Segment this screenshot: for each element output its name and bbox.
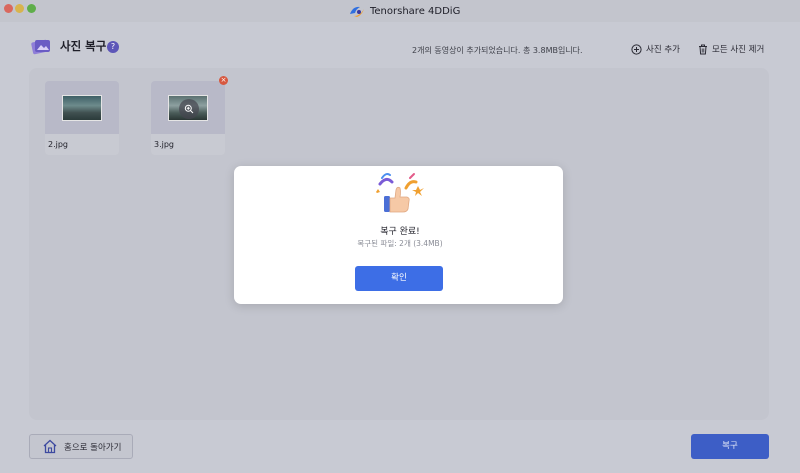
photo-filename: 3.jpg bbox=[154, 140, 175, 149]
title-bar: Tenorshare 4DDiG bbox=[0, 0, 800, 22]
thumbnail[interactable] bbox=[151, 81, 225, 134]
dialog-subtitle: 복구된 파일: 2개 (3.4MB) bbox=[357, 239, 443, 248]
home-label: 홈으로 돌아가기 bbox=[64, 442, 122, 453]
zoom-window-button[interactable] bbox=[27, 4, 36, 13]
thumbnail[interactable] bbox=[45, 81, 119, 134]
add-photo-button[interactable]: 사진 추가 bbox=[631, 43, 680, 55]
home-button[interactable]: 홈으로 돌아가기 bbox=[29, 434, 133, 459]
photo-filename: 2.jpg bbox=[48, 140, 69, 149]
thumbs-up-icon bbox=[376, 173, 424, 213]
home-icon bbox=[43, 439, 57, 454]
photo-recovery-icon bbox=[31, 39, 50, 55]
dialog-title: 복구 완료! bbox=[380, 227, 420, 237]
remove-all-button[interactable]: 모든 사진 제거 bbox=[698, 43, 764, 55]
photo-preview bbox=[168, 94, 208, 121]
close-window-button[interactable] bbox=[4, 4, 13, 13]
page-title: 사진 복구 bbox=[60, 39, 107, 53]
4ddig-logo-icon bbox=[350, 6, 364, 17]
app-title: Tenorshare 4DDiG bbox=[348, 3, 460, 19]
remove-all-label: 모든 사진 제거 bbox=[712, 45, 765, 55]
confirm-button[interactable]: 확인 bbox=[355, 266, 443, 291]
trash-icon bbox=[699, 44, 707, 54]
window-title: Tenorshare 4DDiG bbox=[370, 5, 461, 17]
photo-preview bbox=[62, 94, 102, 121]
close-icon[interactable]: × bbox=[219, 76, 228, 85]
minimize-window-button[interactable] bbox=[15, 4, 24, 13]
help-icon[interactable]: ? bbox=[107, 41, 119, 53]
recover-button[interactable]: 복구 bbox=[691, 434, 769, 459]
plus-circle-icon bbox=[631, 43, 642, 55]
add-photo-label: 사진 추가 bbox=[646, 45, 680, 55]
page-header: 사진 복구 ? 2개의 동영상이 추가되었습니다. 총 3.8MB입니다. 사진… bbox=[0, 22, 800, 68]
photo-item[interactable]: 3.jpg bbox=[151, 81, 225, 155]
photo-item[interactable]: 2.jpg bbox=[45, 81, 119, 155]
status-text: 2개의 동영상이 추가되었습니다. 총 3.8MB입니다. bbox=[412, 46, 583, 55]
zoom-in-icon[interactable] bbox=[179, 98, 199, 119]
